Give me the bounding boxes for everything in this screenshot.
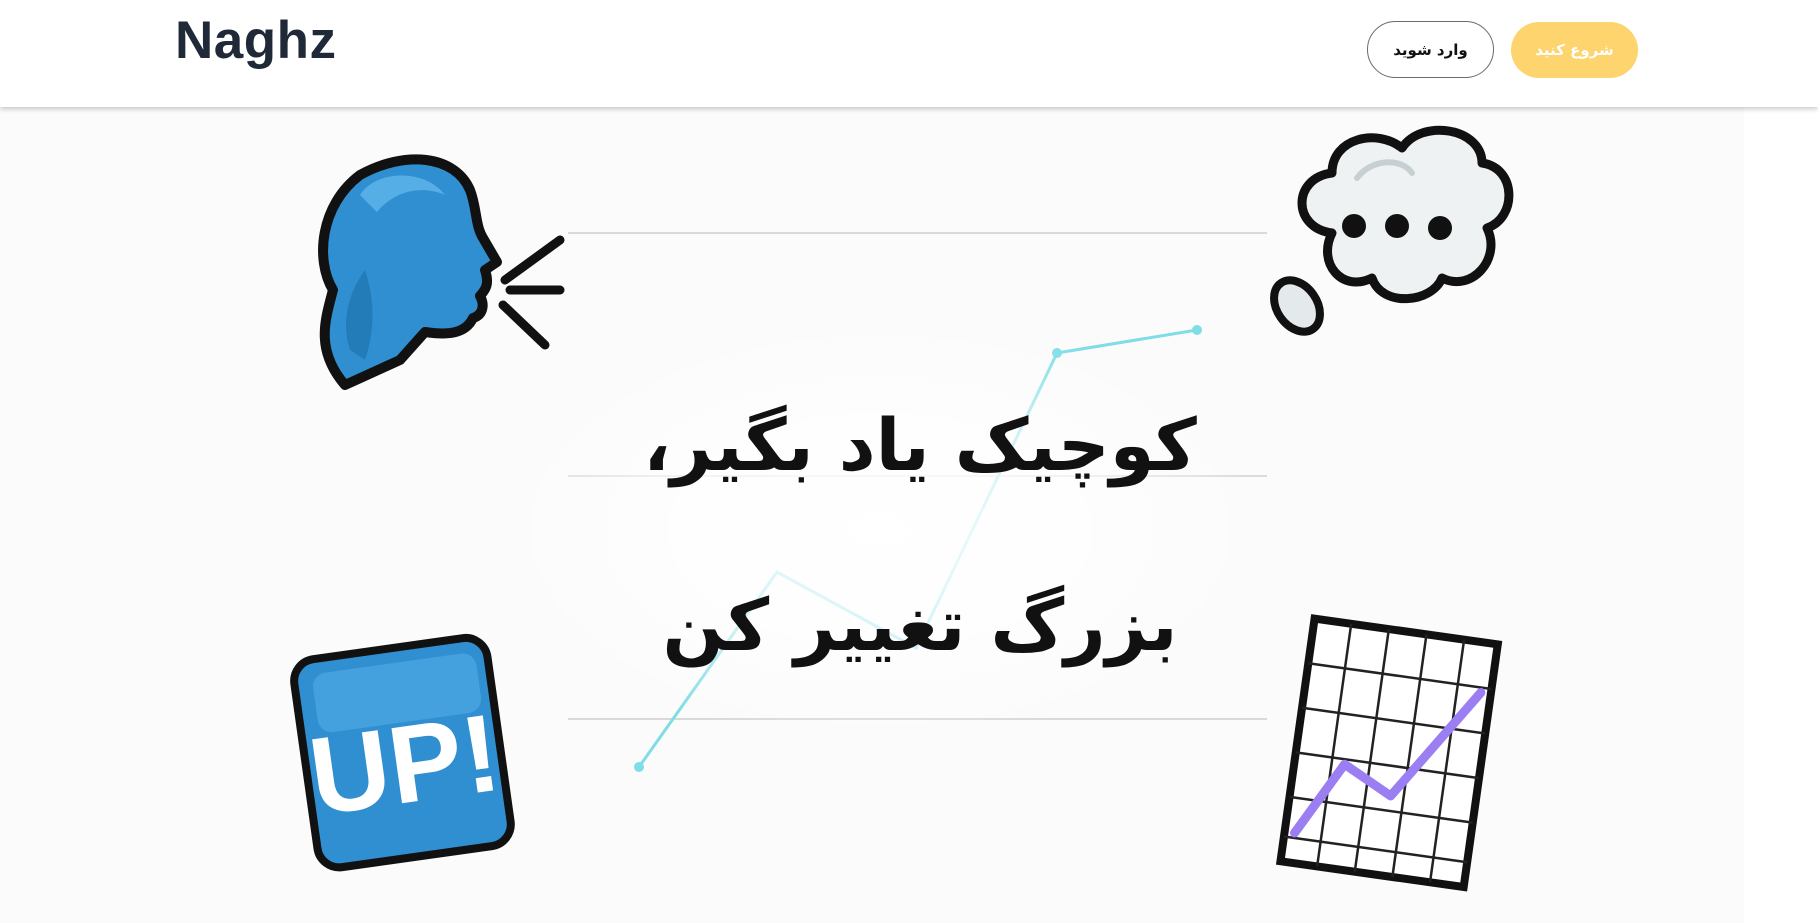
get-started-button[interactable]: شروع کنید — [1511, 22, 1638, 78]
hero-headline-line1: کوچیک یاد بگیر، — [643, 403, 1197, 487]
site-logo[interactable]: Naghz — [175, 10, 337, 72]
svg-text:UP!: UP! — [302, 691, 507, 839]
speaking-head-icon — [318, 154, 565, 390]
hero-headline-line2: بزرگ تغییر کن — [662, 583, 1178, 667]
chart-increasing-icon — [1275, 614, 1503, 892]
up-badge-icon: UP! — [290, 633, 515, 872]
navbar: Naghz وارد شوید شروع کنید — [0, 0, 1818, 107]
thought-bubble-icon — [1270, 125, 1514, 336]
login-button[interactable]: وارد شوید — [1367, 21, 1494, 78]
